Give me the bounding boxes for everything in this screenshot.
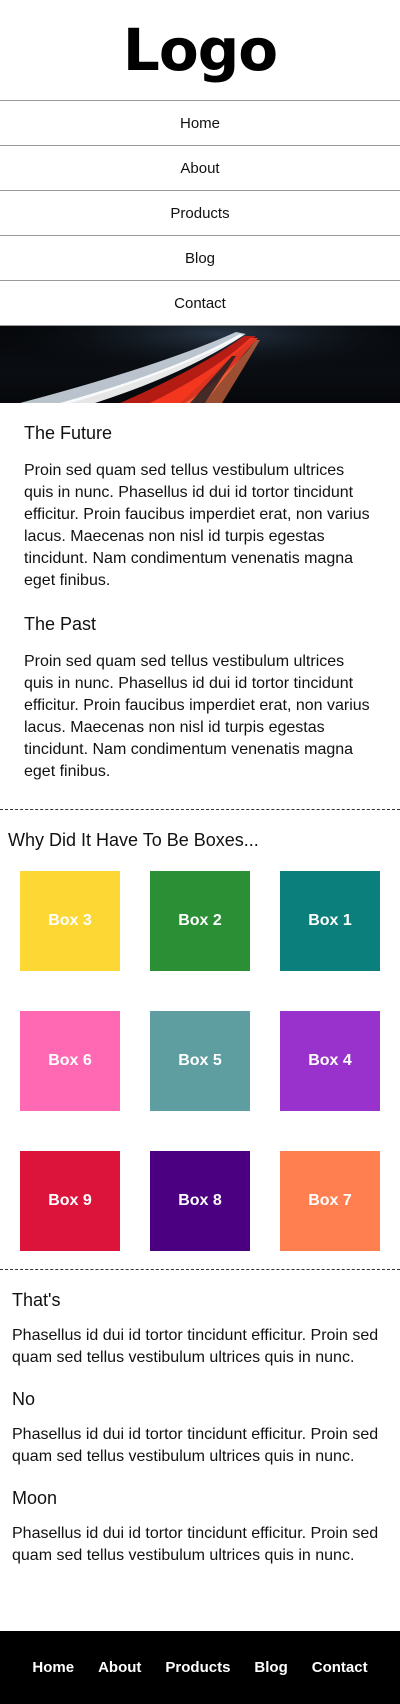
nav-item-products[interactable]: Products — [0, 191, 400, 236]
entry-title: Moon — [12, 1488, 58, 1508]
site-footer: Home About Products Blog Contact — [0, 1631, 400, 1704]
nav-item-about[interactable]: About — [0, 146, 400, 191]
boxes-title: Why Did It Have To Be Boxes... — [8, 830, 259, 850]
box-7: Box 7 — [280, 1151, 380, 1251]
entry-moon: Moon Phasellus id dui id tortor tincidun… — [12, 1488, 388, 1567]
entry-title: No — [12, 1389, 36, 1409]
nav-item-blog[interactable]: Blog — [0, 236, 400, 281]
nav-item-home[interactable]: Home — [0, 101, 400, 146]
footer-link-contact[interactable]: Contact — [312, 1659, 368, 1676]
entry-title: That's — [12, 1290, 61, 1310]
box-5: Box 5 — [150, 1011, 250, 1111]
box-2: Box 2 — [150, 871, 250, 971]
article-body: Proin sed quam sed tellus vestibulum ult… — [24, 653, 370, 780]
main-nav: Home About Products Blog Contact — [0, 100, 400, 326]
box-8: Box 8 — [150, 1151, 250, 1251]
article-title: The Past — [24, 614, 97, 634]
article-past: The Past Proin sed quam sed tellus vesti… — [24, 614, 376, 783]
entry-body: Phasellus id dui id tortor tincidunt eff… — [12, 1327, 379, 1366]
entry-thats: That's Phasellus id dui id tortor tincid… — [12, 1290, 388, 1369]
boxes-grid: Box 3 Box 2 Box 1 Box 6 Box 5 Box 4 Box … — [8, 871, 392, 1251]
article-body: Proin sed quam sed tellus vestibulum ult… — [24, 462, 370, 589]
footer-link-blog[interactable]: Blog — [254, 1659, 287, 1676]
box-6: Box 6 — [20, 1011, 120, 1111]
footer-link-about[interactable]: About — [98, 1659, 141, 1676]
light-trails-graphic — [0, 326, 400, 403]
logo[interactable]: Logo — [0, 0, 400, 100]
nav-item-contact[interactable]: Contact — [0, 281, 400, 326]
box-9: Box 9 — [20, 1151, 120, 1251]
articles: The Future Proin sed quam sed tellus ves… — [0, 403, 400, 809]
box-4: Box 4 — [280, 1011, 380, 1111]
entries-section: That's Phasellus id dui id tortor tincid… — [0, 1270, 400, 1609]
entry-body: Phasellus id dui id tortor tincidunt eff… — [12, 1525, 379, 1564]
article-title: The Future — [24, 423, 113, 443]
entry-body: Phasellus id dui id tortor tincidunt eff… — [12, 1426, 379, 1465]
article-future: The Future Proin sed quam sed tellus ves… — [24, 423, 376, 592]
hero-image — [0, 326, 400, 403]
footer-link-home[interactable]: Home — [32, 1659, 74, 1676]
box-3: Box 3 — [20, 871, 120, 971]
boxes-section: Why Did It Have To Be Boxes... Box 3 Box… — [0, 810, 400, 1269]
entry-no: No Phasellus id dui id tortor tincidunt … — [12, 1389, 388, 1468]
box-1: Box 1 — [280, 871, 380, 971]
footer-link-products[interactable]: Products — [165, 1659, 230, 1676]
site-header: Logo — [0, 0, 400, 100]
